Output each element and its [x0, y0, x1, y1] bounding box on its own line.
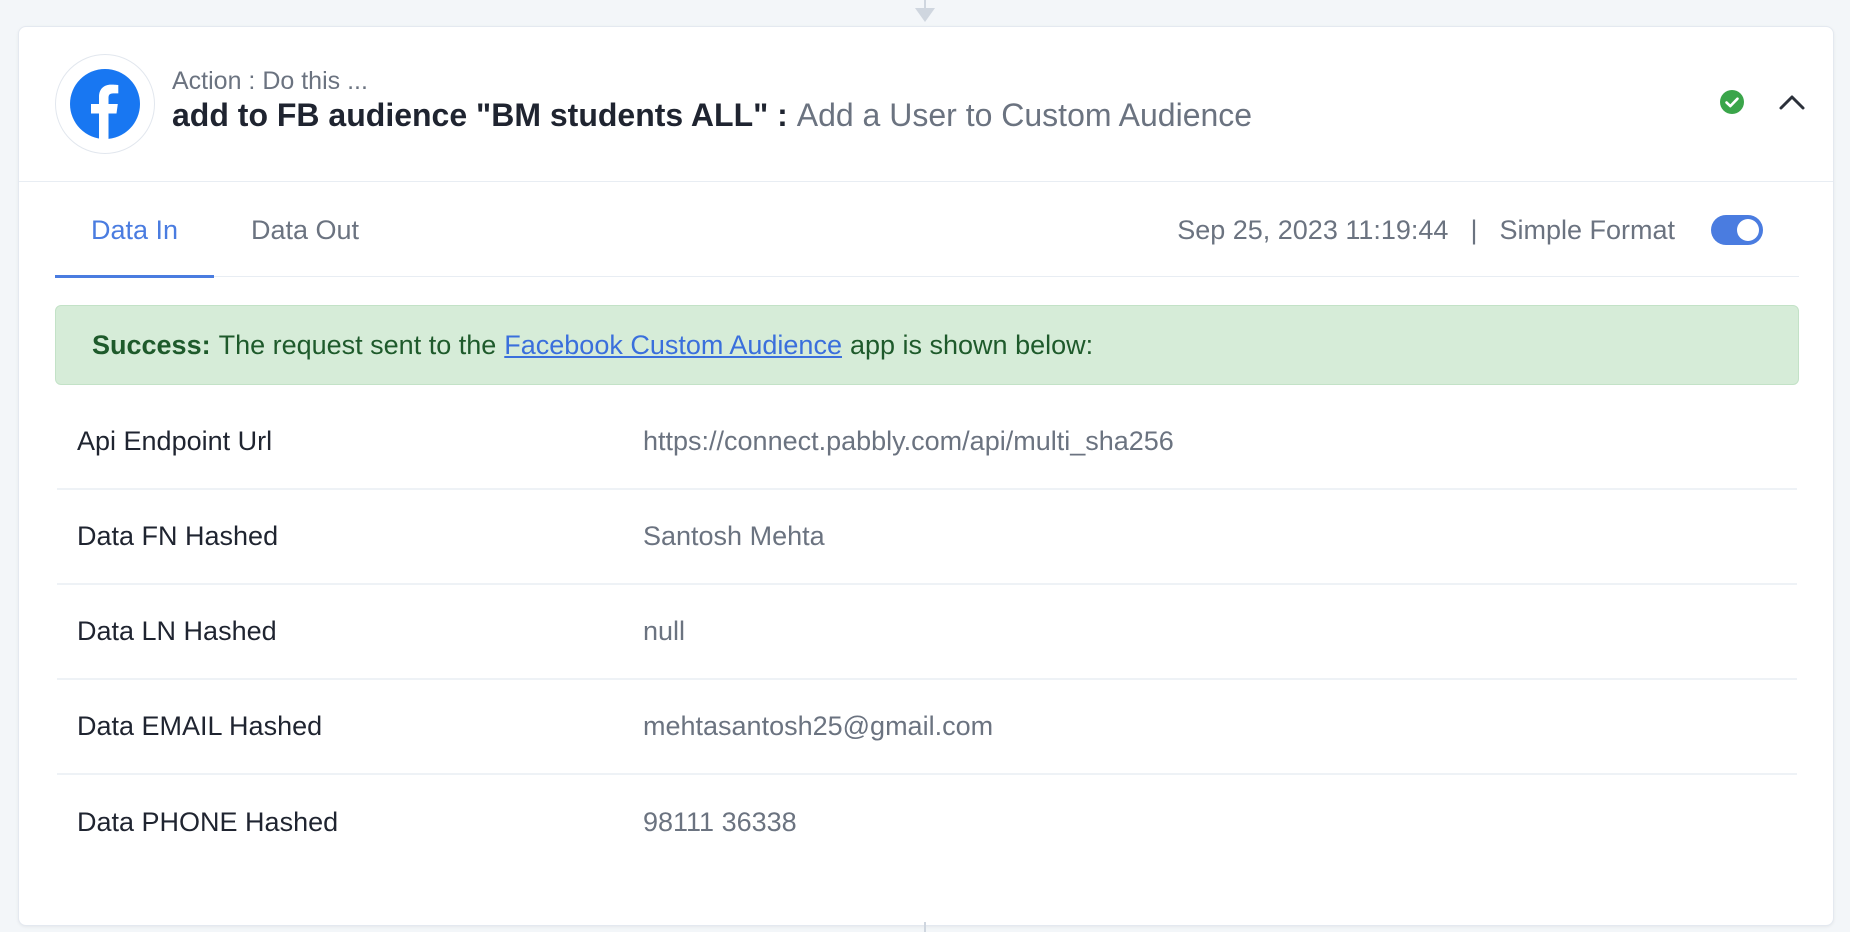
row-key: Data FN Hashed: [57, 490, 643, 583]
row-value: 98111 36338: [643, 807, 797, 837]
flow-connector-arrow-icon: [915, 8, 935, 22]
row-key: Data EMAIL Hashed: [57, 680, 643, 773]
table-row: Data EMAIL Hashed mehtasantosh25@gmail.c…: [57, 680, 1797, 775]
row-value: Santosh Mehta: [643, 521, 825, 551]
action-title: add to FB audience "BM students ALL" : A…: [172, 97, 1252, 134]
action-title-main: add to FB audience "BM students ALL" :: [172, 97, 788, 133]
alert-text-before: The request sent to the: [218, 329, 497, 360]
success-prefix: Success:: [92, 329, 211, 360]
action-label: Action : Do this ...: [172, 67, 368, 95]
table-row: Data LN Hashed null: [57, 585, 1797, 680]
table-row: Data PHONE Hashed 98111 36338: [57, 775, 1797, 870]
tab-data-in[interactable]: Data In: [55, 183, 215, 278]
flow-connector-line-bottom: [924, 922, 926, 932]
simple-format-toggle[interactable]: [1711, 215, 1763, 245]
row-value: https://connect.pabbly.com/api/multi_sha…: [643, 426, 1174, 456]
toggle-knob: [1737, 219, 1759, 241]
success-alert: Success: The request sent to the Faceboo…: [55, 305, 1799, 385]
row-key: Api Endpoint Url: [57, 395, 643, 488]
row-value: mehtasantosh25@gmail.com: [643, 711, 994, 741]
alert-text-after: app is shown below:: [849, 329, 1094, 360]
facebook-custom-audience-link[interactable]: Facebook Custom Audience: [504, 330, 842, 361]
row-value: null: [643, 616, 686, 646]
step-header[interactable]: Action : Do this ... add to FB audience …: [19, 27, 1833, 182]
row-key: Data LN Hashed: [57, 585, 643, 678]
table-row: Data FN Hashed Santosh Mehta: [57, 490, 1797, 585]
row-key: Data PHONE Hashed: [57, 775, 643, 870]
tab-meta: Sep 25, 2023 11:19:44 | Simple Format: [1177, 183, 1763, 277]
action-title-event: Add a User to Custom Audience: [796, 97, 1253, 133]
tab-data-out[interactable]: Data Out: [215, 183, 395, 277]
chevron-up-icon[interactable]: [1777, 87, 1807, 117]
data-table: Api Endpoint Url https://connect.pabbly.…: [57, 395, 1797, 870]
table-row: Api Endpoint Url https://connect.pabbly.…: [57, 395, 1797, 490]
action-step-card: Action : Do this ... add to FB audience …: [18, 26, 1834, 926]
facebook-logo-icon: [55, 54, 155, 154]
timestamp: Sep 25, 2023 11:19:44: [1177, 214, 1449, 245]
simple-format-label: Simple Format: [1499, 214, 1675, 245]
meta-separator: |: [1470, 214, 1478, 245]
check-circle-icon: [1719, 89, 1745, 115]
data-tabs: Data In Data Out Sep 25, 2023 11:19:44 |…: [55, 183, 1799, 278]
